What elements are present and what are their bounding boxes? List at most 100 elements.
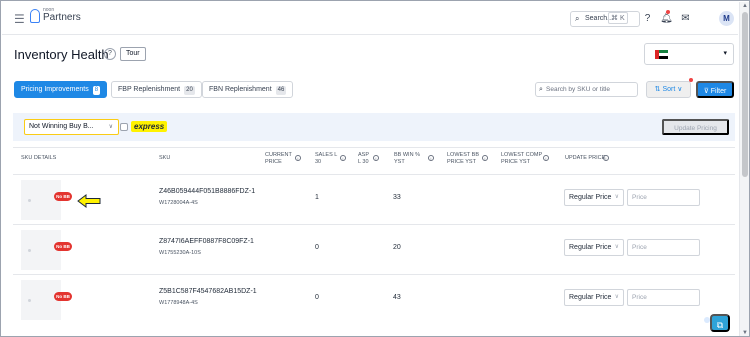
sort-indicator-dot: [689, 78, 693, 82]
vertical-scrollbar[interactable]: ▲ ▼: [739, 2, 749, 336]
sku-code[interactable]: Z5B1C587F4547682AB15DZ-1: [159, 288, 257, 295]
col-sku-details: SKU DETAILS: [21, 155, 57, 161]
price-input[interactable]: Price: [627, 239, 700, 256]
sales-value: 1: [315, 194, 319, 201]
col-label-line: PRICE YST: [447, 159, 476, 165]
scrollbar-thumb[interactable]: [742, 12, 748, 177]
info-icon[interactable]: i: [340, 155, 346, 161]
partner-sku: W1778948A-4S: [159, 300, 198, 306]
bb-win-value: 33: [393, 194, 401, 201]
price-input[interactable]: Price: [627, 289, 700, 306]
info-icon[interactable]: i: [482, 155, 488, 161]
table-row: No BB Z46B059444F051B8886FDZ-1 W1728004A…: [13, 174, 735, 224]
info-icon[interactable]: i: [543, 155, 549, 161]
col-label-line: PRICE: [265, 159, 282, 165]
sku-code[interactable]: Z46B059444F051B8886FDZ-1: [159, 188, 255, 195]
col-label-line: BB WIN %: [394, 152, 420, 158]
no-buybox-badge: No BB: [54, 242, 72, 251]
col-label-line: YST: [394, 159, 405, 165]
express-label[interactable]: express: [131, 121, 168, 132]
no-buybox-badge: No BB: [54, 292, 72, 301]
info-icon[interactable]: i: [295, 155, 301, 161]
table-divider: [13, 147, 735, 148]
price-input[interactable]: Price: [627, 189, 700, 206]
price-type-value: Regular Price: [569, 294, 612, 301]
bb-win-value: 20: [393, 244, 401, 251]
chevron-down-icon: ∨: [614, 244, 619, 250]
col-sales: SALES L 30: [315, 152, 337, 166]
tab-fbn-replenishment[interactable]: FBN Replenishment 46: [202, 81, 294, 98]
tab-label: FBP Replenishment: [118, 86, 181, 93]
col-label-line: 30: [315, 159, 322, 165]
sales-value: 0: [315, 244, 319, 251]
col-current-price: CURRENT PRICE: [265, 152, 292, 166]
col-lowest-bb: LOWEST BB PRICE YST: [447, 152, 479, 166]
partner-sku: W1755230A-10S: [159, 250, 201, 256]
notification-dot: [666, 10, 670, 14]
col-label-line: LOWEST BB: [447, 152, 479, 158]
tab-count: 8: [92, 86, 101, 95]
info-icon[interactable]: i: [603, 155, 609, 161]
search-icon: ⌕: [575, 14, 580, 23]
update-pricing-button[interactable]: Update Pricing: [662, 119, 729, 135]
chat-icon[interactable]: ⧉: [710, 314, 730, 332]
top-bar: ☰ noon Partners ⌕ Search... ⌘ K ? 🔔︎ ✉ M: [2, 2, 738, 35]
col-label-line: PRICE YST: [501, 159, 530, 165]
tour-button[interactable]: Tour: [120, 47, 146, 61]
filter-bar: Not Winning Buy B... ∨ express Update Pr…: [13, 113, 735, 141]
chevron-down-icon: ∨: [614, 294, 619, 300]
table-row: No BB Z8747I6AEFF0887F8C09FZ-1 W1755230A…: [13, 224, 735, 274]
mail-icon[interactable]: ✉: [678, 11, 693, 26]
col-label-line: SALES L: [315, 152, 338, 158]
uae-flag-icon: [655, 50, 668, 59]
global-search-input[interactable]: ⌕ Search...: [570, 11, 640, 27]
chevron-down-icon: ∨: [614, 194, 619, 200]
price-type-select[interactable]: Regular Price ∨: [564, 239, 624, 256]
help-circle-icon[interactable]: ?: [104, 48, 116, 60]
scroll-up-icon[interactable]: ▲: [742, 3, 748, 9]
price-type-select[interactable]: Regular Price ∨: [564, 289, 624, 306]
logo[interactable]: noon Partners: [30, 8, 81, 23]
price-type-select[interactable]: Regular Price ∨: [564, 189, 624, 206]
help-icon[interactable]: ?: [640, 11, 655, 26]
tab-fbp-replenishment[interactable]: FBP Replenishment 20: [111, 81, 202, 98]
table-row: No BB Z5B1C587F4547682AB15DZ-1 W1778948A…: [13, 274, 735, 324]
filter-button[interactable]: ⊽ Filter: [696, 81, 734, 98]
scroll-down-icon[interactable]: ▼: [742, 330, 748, 336]
info-icon[interactable]: i: [373, 155, 379, 161]
price-type-value: Regular Price: [569, 194, 612, 201]
col-lowest-comp: LOWEST COMP PRICE YST: [501, 152, 542, 166]
chevron-down-icon: ∨: [108, 124, 113, 130]
partner-sku: W1728004A-4S: [159, 200, 198, 206]
express-checkbox[interactable]: [120, 123, 128, 131]
logo-icon: [30, 8, 40, 23]
col-sku: SKU: [159, 155, 171, 161]
tab-pricing-improvements[interactable]: Pricing Improvements 8: [14, 81, 108, 98]
arrow-left-icon: [77, 194, 101, 208]
col-label-line: ASP: [358, 152, 370, 158]
avatar[interactable]: M: [719, 11, 734, 26]
page-title: Inventory Health: [14, 47, 109, 62]
hamburger-icon[interactable]: ☰: [14, 12, 25, 26]
search-shortcut: ⌘ K: [608, 12, 628, 24]
col-label-line: LOWEST COMP: [501, 152, 543, 158]
tab-label: Pricing Improvements: [21, 86, 89, 93]
chevron-down-icon: ▾: [723, 50, 727, 57]
logo-big-text: Partners: [43, 12, 81, 23]
price-type-value: Regular Price: [569, 244, 612, 251]
app-window: ☰ noon Partners ⌕ Search... ⌘ K ? 🔔︎ ✉ M…: [0, 0, 750, 337]
bb-win-value: 43: [393, 294, 401, 301]
sku-code[interactable]: Z8747I6AEFF0887F8C09FZ-1: [159, 238, 254, 245]
tab-label: FBN Replenishment: [209, 86, 272, 93]
col-label-line: L 30: [358, 159, 369, 165]
col-bb-win: BB WIN % YST: [394, 152, 420, 166]
info-icon[interactable]: i: [428, 155, 434, 161]
search-icon: ⌕: [539, 86, 543, 93]
col-label-line: CURRENT: [265, 152, 292, 158]
buybox-filter-dropdown[interactable]: Not Winning Buy B... ∨: [24, 119, 119, 135]
sort-button[interactable]: ⇅ Sort ∨: [646, 81, 691, 98]
sku-search-input[interactable]: ⌕ Search by SKU or title: [535, 82, 638, 97]
col-asp: ASP L 30: [358, 152, 369, 166]
tab-count: 20: [184, 86, 195, 95]
country-select[interactable]: ▾: [644, 43, 734, 65]
